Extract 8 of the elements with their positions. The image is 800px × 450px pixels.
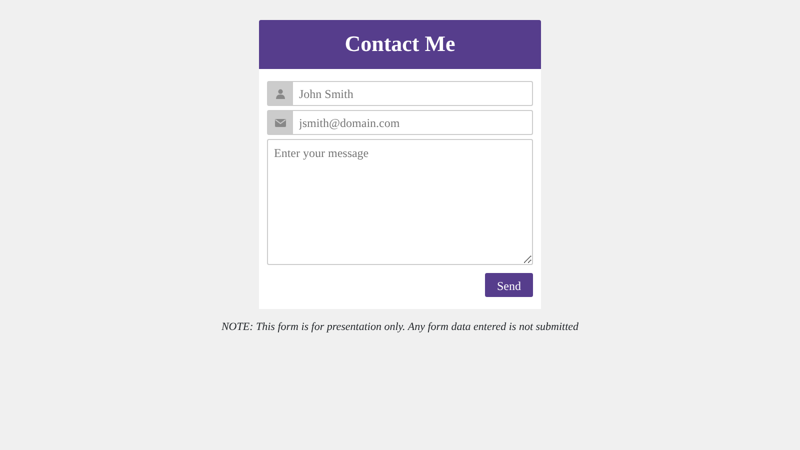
person-icon <box>276 88 284 98</box>
email-field[interactable]: jsmith@domain.com <box>293 110 533 135</box>
note-text: NOTE: This form is for presentation only. Any form data entered is not submitted <box>220 320 580 335</box>
send-button[interactable]: Send <box>485 273 533 297</box>
message-field[interactable]: Enter your message <box>267 139 533 265</box>
envelope-icon <box>274 118 286 126</box>
name-field[interactable]: John Smith <box>293 81 533 106</box>
form-header: Contact Me <box>259 20 541 69</box>
